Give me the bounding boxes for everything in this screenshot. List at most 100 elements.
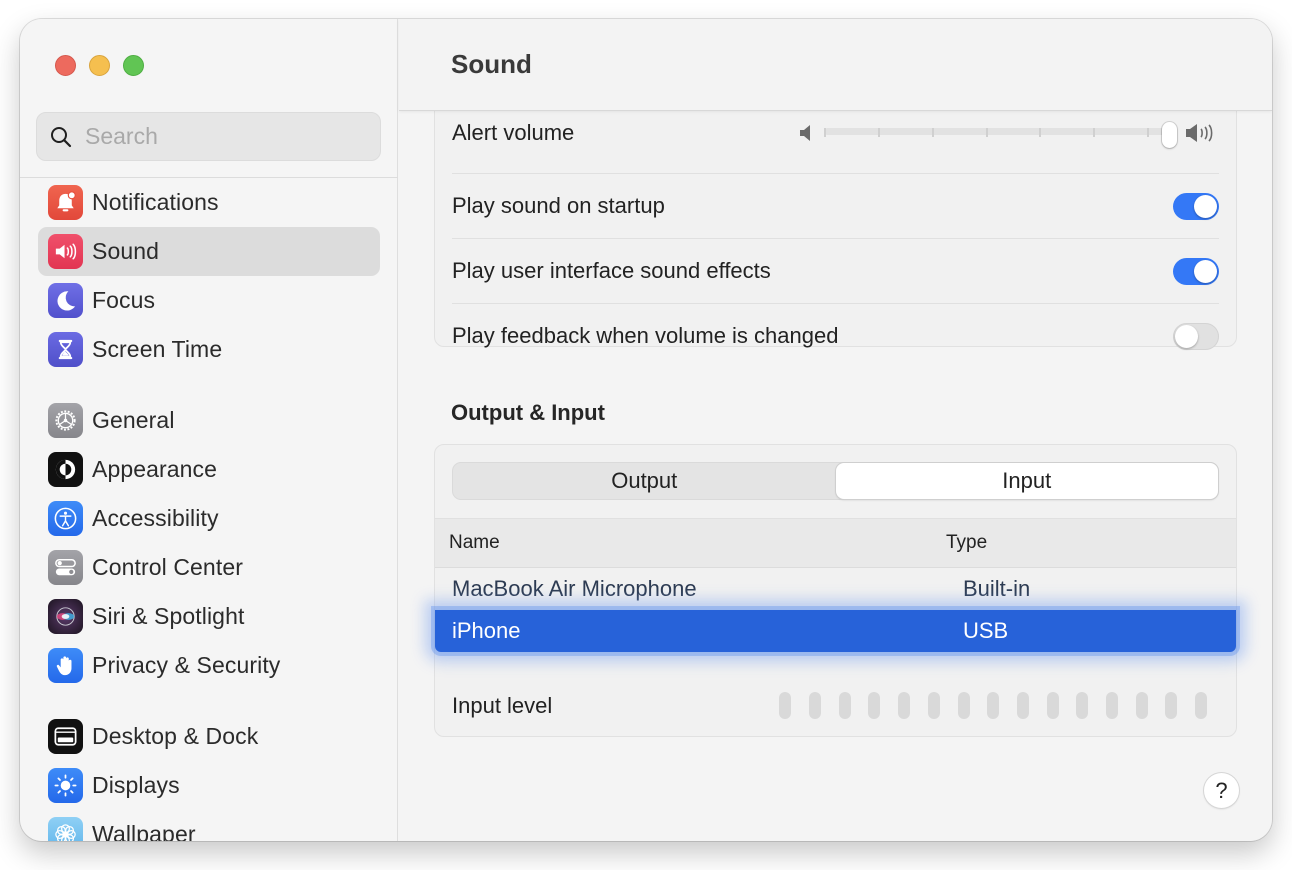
section-title-output-input: Output & Input <box>451 400 605 425</box>
sidebar-item-label: Focus <box>92 287 156 313</box>
slider-tick <box>931 127 934 137</box>
tab-output[interactable]: Output <box>453 463 836 499</box>
table-row[interactable]: MacBook Air Microphone Built-in <box>435 568 1236 610</box>
system-settings-window: Notifications Sound Focus <box>20 19 1272 841</box>
sidebar-item-siri-spotlight[interactable]: Siri & Spotlight <box>38 592 380 641</box>
output-input-segmented-control: Output Input <box>452 462 1219 500</box>
flower-icon <box>48 817 83 841</box>
input-level-label: Input level <box>452 692 553 718</box>
input-level-bar <box>987 692 1000 719</box>
sun-icon <box>48 768 83 803</box>
speaker-low-icon <box>800 124 810 141</box>
sidebar-item-privacy-security[interactable]: Privacy & Security <box>38 641 380 690</box>
sidebar-item-control-center[interactable]: Control Center <box>38 543 380 592</box>
zoom-button[interactable] <box>123 55 144 76</box>
page-title: Sound <box>451 49 532 79</box>
input-level-bar <box>1195 692 1207 719</box>
sidebar-item-focus[interactable]: Focus <box>38 276 380 325</box>
input-level-bar <box>809 692 822 719</box>
slider-tick <box>877 127 880 137</box>
accessibility-icon <box>48 501 83 536</box>
sidebar-item-label: General <box>92 407 175 433</box>
sidebar-item-label: Siri & Spotlight <box>92 603 245 629</box>
input-level-bar <box>898 692 911 719</box>
table-header: Name Type <box>435 518 1236 568</box>
sidebar-item-desktop-dock[interactable]: Desktop & Dock <box>38 712 380 761</box>
slider-thumb[interactable] <box>1162 121 1177 148</box>
slider-tick <box>824 127 826 137</box>
input-level-bar <box>927 692 940 719</box>
toggle-row-ui-sounds: Play user interface sound effects <box>452 238 1219 303</box>
close-button[interactable] <box>55 55 76 76</box>
sidebar-item-sound[interactable]: Sound <box>38 227 380 276</box>
input-level-bar <box>838 692 851 719</box>
startup-sound-toggle[interactable] <box>1173 192 1219 220</box>
input-level-bar <box>1135 692 1148 719</box>
input-level-bar <box>1046 692 1059 719</box>
input-level-bar <box>1165 692 1178 719</box>
sidebar-item-displays[interactable]: Displays <box>38 761 380 810</box>
sidebar-item-accessibility[interactable]: Accessibility <box>38 494 380 543</box>
tab-input[interactable]: Input <box>835 463 1218 499</box>
toggle-knob <box>1194 194 1217 218</box>
hand-icon <box>48 648 83 683</box>
sidebar-item-label: Displays <box>92 772 180 798</box>
minimize-button[interactable] <box>89 55 110 76</box>
search-input[interactable] <box>85 123 365 150</box>
toggle-row-volume-feedback: Play feedback when volume is changed <box>452 303 1219 368</box>
input-level-bar <box>868 692 881 719</box>
sidebar-item-label: Control Center <box>92 554 243 580</box>
input-level-bar <box>1105 692 1118 719</box>
slider-tick <box>1039 127 1042 137</box>
slider-tick <box>1093 127 1096 137</box>
device-name: iPhone <box>452 618 521 643</box>
help-button[interactable]: ? <box>1204 773 1239 808</box>
toggle-row-startup: Play sound on startup <box>452 173 1219 238</box>
speaker-icon <box>48 234 83 269</box>
sidebar-item-label: Wallpaper <box>92 821 196 841</box>
hourglass-icon <box>48 332 83 367</box>
output-input-group: Output Input Name Type MacBook Air Micro… <box>434 444 1237 737</box>
ui-sound-effects-toggle[interactable] <box>1173 257 1219 285</box>
appearance-icon <box>48 452 83 487</box>
toggle-label: Play sound on startup <box>452 193 665 218</box>
slider-tick <box>1147 127 1149 137</box>
sidebar-item-label: Screen Time <box>92 336 223 362</box>
slider-tick <box>985 127 988 137</box>
sidebar-item-label: Privacy & Security <box>92 652 281 678</box>
sidebar-item-label: Sound <box>92 238 160 264</box>
device-type: Built-in <box>963 576 1031 601</box>
sidebar-item-label: Appearance <box>92 456 218 482</box>
sidebar: Notifications Sound Focus <box>20 19 398 841</box>
sidebar-item-general[interactable]: General <box>38 396 380 445</box>
search-field[interactable] <box>36 112 381 161</box>
toggle-label: Play feedback when volume is changed <box>452 323 839 348</box>
sidebar-item-wallpaper[interactable]: Wallpaper <box>38 810 380 841</box>
volume-feedback-toggle[interactable] <box>1173 322 1219 350</box>
siri-icon <box>48 599 83 634</box>
column-header-type[interactable]: Type <box>946 532 1236 554</box>
sidebar-item-appearance[interactable]: Appearance <box>38 445 380 494</box>
alert-volume-slider[interactable] <box>799 118 1219 148</box>
sidebar-item-label: Desktop & Dock <box>92 723 259 749</box>
input-level-bar <box>1016 692 1029 719</box>
speaker-high-icon <box>1186 123 1213 142</box>
gear-icon <box>48 403 83 438</box>
input-level-bar <box>957 692 970 719</box>
toolbar: Sound <box>399 19 1272 111</box>
sidebar-item-screen-time[interactable]: Screen Time <box>38 325 380 374</box>
toggle-knob <box>1175 324 1198 348</box>
dock-icon <box>48 719 83 754</box>
input-level-bar <box>779 692 792 719</box>
toggle-knob <box>1194 259 1217 283</box>
sidebar-item-label: Notifications <box>92 189 219 215</box>
sidebar-item-notifications[interactable]: Notifications <box>38 178 380 227</box>
input-level-meter <box>779 692 1207 719</box>
device-type: USB <box>963 618 1009 643</box>
column-header-name[interactable]: Name <box>435 532 946 554</box>
switches-icon <box>48 550 83 585</box>
table-row[interactable]: iPhone USB <box>435 610 1236 652</box>
sidebar-item-label: Accessibility <box>92 505 219 531</box>
main-pane: Sound Alert volume Play sound on startup… <box>399 19 1272 841</box>
window-controls <box>55 55 144 76</box>
